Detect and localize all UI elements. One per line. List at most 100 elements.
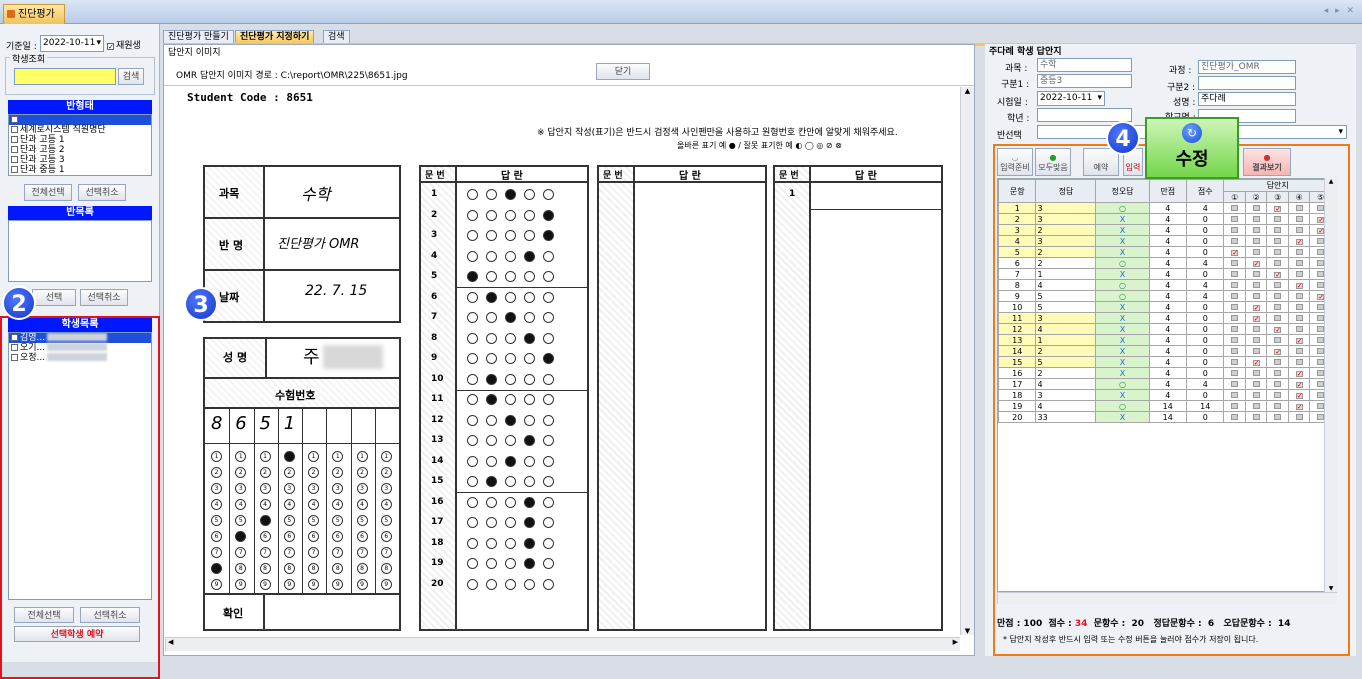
- subject-field[interactable]: 수학: [1037, 58, 1132, 72]
- div2-field[interactable]: [1198, 76, 1296, 90]
- mark-cell[interactable]: [1287, 290, 1311, 302]
- mark-cell[interactable]: [1266, 235, 1289, 247]
- mark-cell[interactable]: ✓: [1244, 301, 1268, 313]
- table-row[interactable]: 10 5 X 4 0 ✓: [997, 301, 1332, 313]
- tab-assign-test[interactable]: 진단평가 지정하기: [235, 30, 315, 44]
- mark-cell[interactable]: ✓: [1287, 378, 1311, 390]
- mark-cell[interactable]: [1244, 323, 1268, 335]
- table-row[interactable]: 13 1 X 4 0 ✓: [997, 334, 1332, 346]
- mark-cell[interactable]: [1223, 411, 1246, 423]
- select-all-button-2[interactable]: 전체선택: [14, 607, 74, 623]
- tab-search[interactable]: 검색: [323, 30, 350, 44]
- class-type-item[interactable]: 단과 고등 1: [9, 135, 151, 145]
- deselect-button-3[interactable]: 선택취소: [80, 607, 140, 623]
- mark-cell[interactable]: [1223, 268, 1246, 280]
- mark-cell[interactable]: [1287, 224, 1311, 236]
- student-item[interactable]: 오기...: [9, 343, 151, 353]
- mark-cell[interactable]: [1266, 246, 1289, 258]
- mark-cell[interactable]: [1223, 378, 1246, 390]
- table-row[interactable]: 18 3 X 4 0 ✓: [997, 389, 1332, 401]
- student-list[interactable]: 김영... 오기... 오정...: [8, 332, 152, 600]
- mark-cell[interactable]: ✓: [1266, 268, 1289, 280]
- mark-cell[interactable]: [1244, 367, 1268, 379]
- mark-cell[interactable]: ✓: [1266, 323, 1289, 335]
- mark-cell[interactable]: [1223, 334, 1246, 346]
- course-field[interactable]: 진단평가_OMR: [1198, 60, 1296, 74]
- deselect-button-2[interactable]: 선택취소: [80, 289, 128, 306]
- mark-cell[interactable]: [1287, 312, 1311, 324]
- mark-cell[interactable]: ✓: [1266, 202, 1289, 214]
- mark-cell[interactable]: ✓: [1244, 257, 1268, 269]
- enrolled-checkbox[interactable]: ✓ 재원생: [107, 38, 141, 51]
- all-correct-button[interactable]: ● 모두맞음: [1035, 148, 1071, 176]
- mark-cell[interactable]: [1287, 301, 1311, 313]
- table-row[interactable]: 15 5 X 4 0 ✓: [997, 356, 1332, 368]
- mark-cell[interactable]: [1266, 312, 1289, 324]
- mark-cell[interactable]: [1244, 279, 1268, 291]
- class-type-item[interactable]: 단과 고등 3: [9, 155, 151, 165]
- mark-cell[interactable]: [1244, 378, 1268, 390]
- mark-cell[interactable]: [1223, 235, 1246, 247]
- mark-cell[interactable]: [1287, 323, 1311, 335]
- reserve-selected-button[interactable]: 선택학생 예약: [14, 626, 140, 642]
- horizontal-scrollbar[interactable]: ◀ ▶: [165, 637, 960, 651]
- mark-cell[interactable]: [1244, 246, 1268, 258]
- table-row[interactable]: 1 3 ○ 4 4 ✓: [997, 202, 1332, 214]
- class-type-list[interactable]: 세계로 시스템... 세계로시스템 직원명단 단과 고등 1 단과 고등 2 단과 고등…: [8, 114, 152, 176]
- close-button[interactable]: 닫기: [596, 63, 650, 80]
- mark-cell[interactable]: [1287, 345, 1311, 357]
- mark-cell[interactable]: [1287, 246, 1311, 258]
- mark-cell[interactable]: [1266, 213, 1289, 225]
- mark-cell[interactable]: [1223, 224, 1246, 236]
- mark-cell[interactable]: [1223, 400, 1246, 412]
- mark-cell[interactable]: ✓: [1287, 389, 1311, 401]
- table-row[interactable]: 16 2 X 4 0 ✓: [997, 367, 1332, 379]
- table-row[interactable]: 11 3 X 4 0 ✓: [997, 312, 1332, 324]
- mark-cell[interactable]: [1266, 411, 1289, 423]
- table-row[interactable]: 14 2 X 4 0 ✓: [997, 345, 1332, 357]
- mark-cell[interactable]: [1287, 202, 1311, 214]
- mark-cell[interactable]: [1223, 301, 1246, 313]
- table-row[interactable]: 3 2 X 4 0 ✓: [997, 224, 1332, 236]
- mark-cell[interactable]: ✓: [1287, 279, 1311, 291]
- class-list[interactable]: [8, 220, 152, 282]
- class-type-item[interactable]: 단과 고등 2: [9, 145, 151, 155]
- class-type-item[interactable]: 단과 중등 1: [9, 165, 151, 175]
- mark-cell[interactable]: [1266, 389, 1289, 401]
- document-tab[interactable]: 진단평가: [3, 4, 65, 24]
- table-row[interactable]: 12 4 X 4 0 ✓: [997, 323, 1332, 335]
- table-row[interactable]: 9 5 ○ 4 4 ✓: [997, 290, 1332, 302]
- mark-cell[interactable]: ✓: [1287, 367, 1311, 379]
- table-row[interactable]: 4 3 X 4 0 ✓: [997, 235, 1332, 247]
- div1-field[interactable]: 중등3: [1037, 74, 1132, 88]
- mark-cell[interactable]: ✓: [1223, 246, 1246, 258]
- mark-cell[interactable]: [1266, 257, 1289, 269]
- mark-cell[interactable]: [1223, 290, 1246, 302]
- mark-cell[interactable]: [1223, 356, 1246, 368]
- mark-cell[interactable]: ✓: [1287, 235, 1311, 247]
- mark-cell[interactable]: [1223, 389, 1246, 401]
- table-row[interactable]: 5 2 X 4 0 ✓: [997, 246, 1332, 258]
- mark-cell[interactable]: [1223, 257, 1246, 269]
- grade-field[interactable]: [1037, 108, 1132, 122]
- edit-button[interactable]: ↻ 수정: [1145, 117, 1239, 179]
- mark-cell[interactable]: ✓: [1287, 334, 1311, 346]
- mark-cell[interactable]: [1266, 279, 1289, 291]
- mark-cell[interactable]: [1244, 334, 1268, 346]
- mark-cell[interactable]: [1244, 202, 1268, 214]
- mark-cell[interactable]: [1266, 367, 1289, 379]
- mark-cell[interactable]: [1266, 400, 1289, 412]
- mark-cell[interactable]: [1223, 345, 1246, 357]
- mark-cell[interactable]: [1244, 345, 1268, 357]
- vertical-scrollbar[interactable]: ▲ ▼: [960, 87, 974, 635]
- mark-cell[interactable]: ✓: [1244, 312, 1268, 324]
- mark-cell[interactable]: [1244, 235, 1268, 247]
- mark-cell[interactable]: [1287, 268, 1311, 280]
- table-row[interactable]: 19 4 ○ 14 14 ✓: [997, 400, 1332, 412]
- mark-cell[interactable]: [1244, 411, 1268, 423]
- mark-cell[interactable]: [1266, 290, 1289, 302]
- mark-cell[interactable]: [1244, 213, 1268, 225]
- class-type-item[interactable]: 세계로 시스템...: [9, 115, 151, 125]
- mark-cell[interactable]: [1287, 411, 1311, 423]
- mark-cell[interactable]: [1223, 202, 1246, 214]
